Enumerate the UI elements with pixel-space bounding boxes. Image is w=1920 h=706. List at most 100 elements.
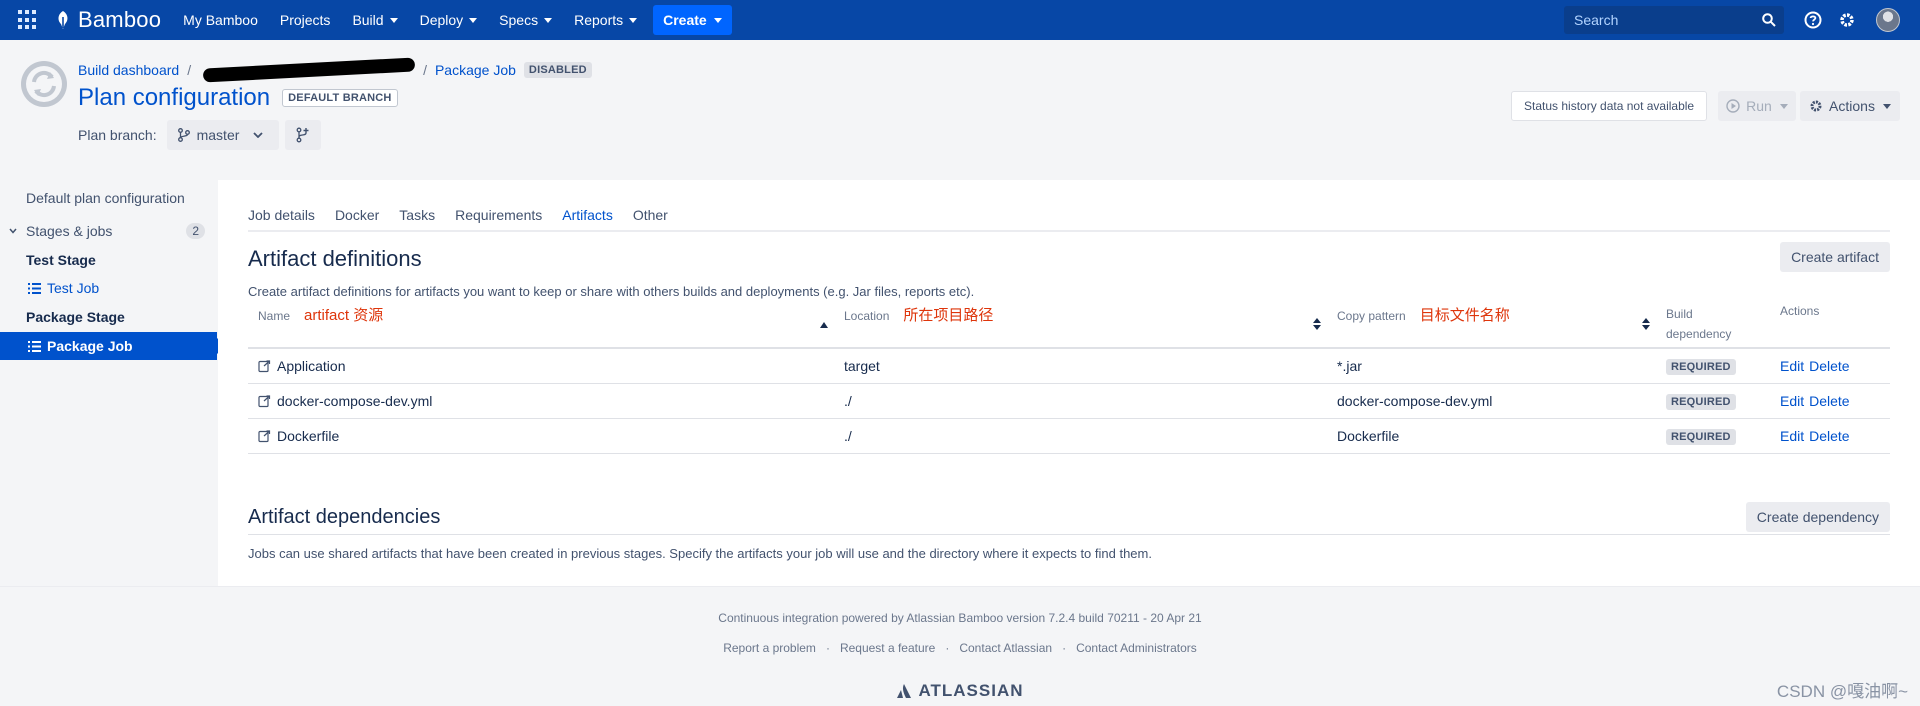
- watermark: CSDN @嘎油啊~: [1776, 682, 1908, 701]
- job-list-icon: [28, 340, 41, 352]
- artifact-name-cell: Dockerfile: [248, 418, 834, 454]
- breadcrumb: Build dashboard / / Package Job DISABLED: [78, 57, 592, 83]
- report-problem-link[interactable]: Report a problem: [723, 641, 816, 655]
- status-badge: DISABLED: [523, 62, 592, 78]
- branch-select[interactable]: master: [166, 120, 280, 150]
- atlassian-logo-icon: [897, 684, 912, 698]
- breadcrumb-separator: /: [423, 62, 427, 78]
- help-icon[interactable]: [1804, 11, 1822, 29]
- sidebar-item-package-stage[interactable]: Package Stage: [0, 303, 217, 331]
- edit-link[interactable]: Edit: [1780, 428, 1804, 444]
- sidebar-item-stages-jobs[interactable]: Stages & jobs 2: [0, 217, 217, 245]
- artifact-icon: [258, 394, 271, 407]
- artifact-definitions-description: Create artifact definitions for artifact…: [248, 284, 975, 299]
- artifact-definitions-title: Artifact definitions: [248, 246, 422, 271]
- delete-link[interactable]: Delete: [1809, 428, 1849, 444]
- run-button-label: Run: [1746, 98, 1772, 114]
- artifact-dependency-cell: REQUIRED: [1656, 418, 1770, 454]
- sidebar-item-label: Test Job: [47, 280, 100, 296]
- status-history-notice: Status history data not available: [1511, 91, 1708, 121]
- sidebar-item-label: Test Stage: [26, 252, 96, 268]
- tab-divider: [248, 230, 1890, 232]
- artifact-dependencies-title: Artifact dependencies: [248, 506, 441, 528]
- stages-count-badge: 2: [186, 223, 205, 239]
- plan-branch-label: Plan branch:: [78, 127, 157, 143]
- bamboo-logo-icon: [58, 11, 68, 29]
- sidebar-item-test-stage[interactable]: Test Stage: [0, 246, 217, 274]
- annotation-name: artifact 资源: [304, 307, 384, 324]
- bamboo-logo[interactable]: Bamboo: [54, 7, 161, 33]
- job-list-icon: [28, 282, 41, 294]
- plan-avatar-icon: [21, 61, 67, 107]
- artifact-name-cell: Application: [248, 348, 834, 384]
- chevron-down-icon: [469, 17, 478, 23]
- tab-other[interactable]: Other: [633, 200, 668, 230]
- run-button[interactable]: Run: [1718, 91, 1796, 121]
- edit-link[interactable]: Edit: [1780, 393, 1804, 409]
- nav-my-bamboo[interactable]: My Bamboo: [183, 12, 258, 28]
- column-header-build-dependency: Build dependency: [1656, 304, 1770, 349]
- create-button[interactable]: Create: [653, 5, 732, 35]
- footer-links: Report a problem · Request a feature · C…: [0, 641, 1920, 655]
- sidebar-item-label: Stages & jobs: [26, 223, 113, 239]
- user-avatar[interactable]: [1876, 8, 1900, 32]
- create-dependency-button[interactable]: Create dependency: [1745, 502, 1890, 532]
- artifact-location-cell: target: [834, 348, 1327, 384]
- breadcrumb-package-job[interactable]: Package Job: [435, 62, 516, 78]
- top-navigation: Bamboo My Bamboo Projects Build Deploy S…: [0, 0, 1920, 40]
- atlassian-logo[interactable]: ATLASSIAN: [0, 681, 1920, 701]
- chevron-down-icon: [253, 132, 264, 138]
- gear-icon[interactable]: [1838, 11, 1856, 29]
- sidebar-item-test-job[interactable]: Test Job: [0, 274, 217, 302]
- tab-artifacts[interactable]: Artifacts: [562, 200, 613, 232]
- sidebar-item-default-plan-configuration[interactable]: Default plan configuration: [0, 184, 217, 212]
- nav-reports[interactable]: Reports: [574, 12, 638, 28]
- request-feature-link[interactable]: Request a feature: [840, 641, 935, 655]
- column-header-copy-pattern[interactable]: Copy pattern 目标文件名称: [1327, 304, 1656, 349]
- delete-link[interactable]: Delete: [1809, 393, 1849, 409]
- default-branch-badge: DEFAULT BRANCH: [282, 89, 398, 107]
- tab-docker[interactable]: Docker: [335, 200, 379, 230]
- breadcrumb-build-dashboard[interactable]: Build dashboard: [78, 62, 179, 78]
- page-title-text: Plan configuration: [78, 84, 271, 111]
- tab-job-details[interactable]: Job details: [248, 200, 315, 230]
- tab-requirements[interactable]: Requirements: [455, 200, 542, 230]
- search-icon[interactable]: [1762, 13, 1776, 27]
- nav-build[interactable]: Build: [352, 12, 398, 28]
- artifact-icon: [258, 429, 271, 442]
- page-title: Plan configuration DEFAULT BRANCH: [78, 84, 398, 112]
- app-switcher-icon[interactable]: [18, 10, 38, 30]
- artifact-actions-cell: Edit Delete: [1770, 348, 1890, 384]
- chevron-down-icon[interactable]: [9, 228, 17, 234]
- page-header: Build dashboard / / Package Job DISABLED…: [0, 40, 1920, 180]
- required-badge: REQUIRED: [1666, 393, 1736, 410]
- sort-icon[interactable]: [1313, 318, 1321, 330]
- artifact-actions-cell: Edit Delete: [1770, 383, 1890, 419]
- branch-icon: [177, 128, 190, 142]
- contact-atlassian-link[interactable]: Contact Atlassian: [959, 641, 1052, 655]
- required-badge: REQUIRED: [1666, 428, 1736, 445]
- sort-icon[interactable]: [1642, 318, 1650, 330]
- create-branch-button[interactable]: [285, 120, 322, 150]
- branch-select-value: master: [196, 127, 240, 143]
- chevron-down-icon: [389, 17, 398, 23]
- column-header-name[interactable]: Name artifact 资源: [248, 304, 834, 349]
- column-header-location[interactable]: Location 所在项目路径: [834, 304, 1327, 349]
- actions-button[interactable]: Actions: [1800, 91, 1900, 121]
- nav-specs[interactable]: Specs: [499, 12, 553, 28]
- nav-projects[interactable]: Projects: [280, 12, 331, 28]
- search-input[interactable]: [1574, 12, 1754, 28]
- chevron-down-icon: [629, 17, 638, 23]
- create-artifact-button[interactable]: Create artifact: [1780, 242, 1890, 272]
- tab-tasks[interactable]: Tasks: [399, 200, 435, 230]
- artifact-dependency-cell: REQUIRED: [1656, 348, 1770, 384]
- sidebar-item-package-job[interactable]: Package Job: [0, 332, 225, 360]
- edit-link[interactable]: Edit: [1780, 358, 1804, 374]
- artifact-location-cell: ./: [834, 418, 1327, 454]
- separator-dot: ·: [1062, 641, 1067, 655]
- delete-link[interactable]: Delete: [1809, 358, 1849, 374]
- nav-deploy[interactable]: Deploy: [420, 12, 478, 28]
- tab-bar: Job details Docker Tasks Requirements Ar…: [248, 200, 688, 232]
- sort-asc-icon[interactable]: [820, 322, 828, 328]
- contact-administrators-link[interactable]: Contact Administrators: [1076, 641, 1197, 655]
